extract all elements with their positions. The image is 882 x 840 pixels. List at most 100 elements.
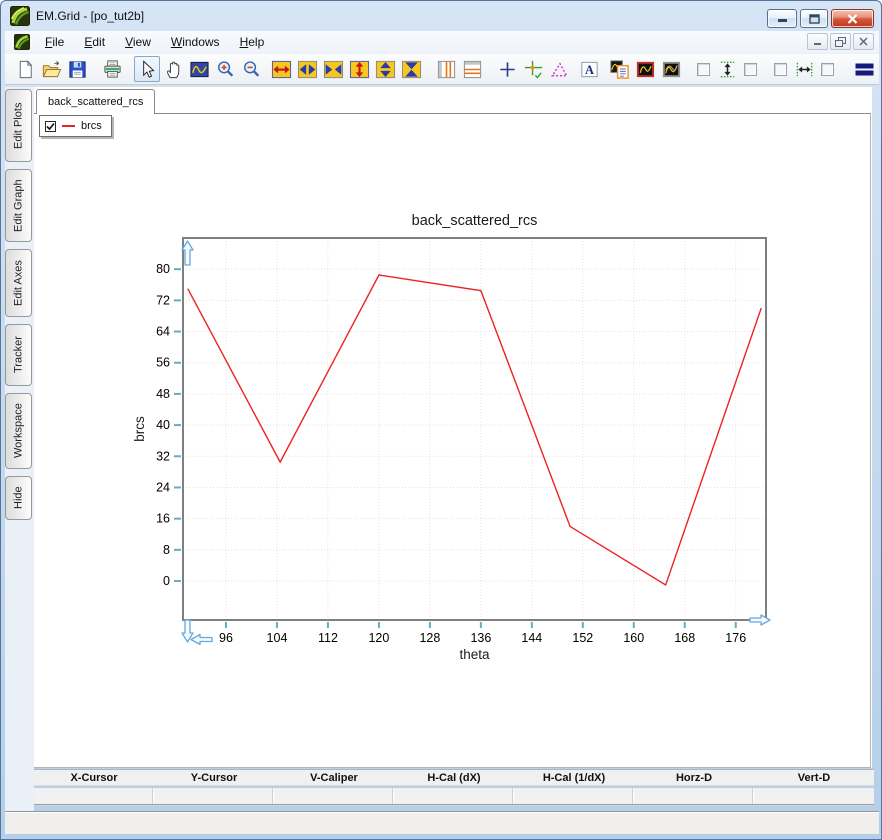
value-y-cursor (154, 788, 273, 804)
cursor-table-values (34, 788, 874, 805)
sidebar-tab-hide[interactable]: Hide (5, 476, 32, 520)
shrink-y-button[interactable] (398, 56, 424, 82)
shrink-x-button[interactable] (320, 56, 346, 82)
slope-triangle-icon (549, 59, 570, 80)
child-close-button[interactable] (853, 33, 874, 50)
slope-triangle-button[interactable] (546, 56, 572, 82)
chart-plot[interactable]: 9610411212012813614415216016817608162432… (131, 201, 791, 671)
fit-horizontal-checkbox[interactable] (774, 63, 787, 76)
svg-text:120: 120 (368, 631, 389, 645)
expand-y-icon (349, 59, 370, 80)
svg-text:104: 104 (267, 631, 288, 645)
series-line-brcs (188, 275, 761, 585)
sidebar-tab-edit-axes[interactable]: Edit Axes (5, 249, 32, 317)
new-document-button[interactable] (12, 56, 38, 82)
all-graphs-button[interactable] (658, 56, 684, 82)
svg-text:32: 32 (156, 449, 170, 463)
col-y-cursor: Y-Cursor (154, 770, 274, 785)
layout-icon (855, 62, 874, 77)
col-horz-d: Horz-D (634, 770, 754, 785)
svg-text:176: 176 (725, 631, 746, 645)
graph-properties-button[interactable] (632, 56, 658, 82)
print-button[interactable] (99, 56, 125, 82)
print-icon (102, 59, 123, 80)
legend-checkbox-brcs[interactable] (45, 121, 56, 132)
text-annotation-icon: A (579, 59, 600, 80)
pan-hand-button[interactable] (160, 56, 186, 82)
value-vert-d (754, 788, 874, 804)
fit-horizontal-checkbox-2[interactable] (821, 63, 834, 76)
value-x-cursor (34, 788, 153, 804)
app-logo-icon (10, 6, 30, 26)
horizontal-calipers-button[interactable] (459, 56, 485, 82)
sidebar-tab-edit-plots[interactable]: Edit Plots (5, 89, 32, 162)
value-hcal-1dx (514, 788, 633, 804)
select-pointer-button[interactable] (134, 56, 160, 82)
tracker-button[interactable] (520, 56, 546, 82)
expand-y-button[interactable] (346, 56, 372, 82)
vertical-calipers-button[interactable] (433, 56, 459, 82)
child-restore-button[interactable] (830, 33, 851, 50)
window-title: EM.Grid - [po_tut2b] (36, 9, 144, 23)
close-icon (847, 14, 858, 24)
title-bar[interactable]: EM.Grid - [po_tut2b] (1, 1, 882, 31)
fit-horizontal-button[interactable] (791, 56, 817, 82)
sidebar-tab-tracker[interactable]: Tracker (5, 324, 32, 386)
checkmark-icon (46, 122, 55, 131)
text-annotation-button[interactable]: A (576, 56, 602, 82)
plot-properties-button[interactable] (606, 56, 632, 82)
maximize-button[interactable] (800, 9, 828, 28)
close-button[interactable] (831, 9, 874, 28)
minimize-button[interactable] (767, 9, 797, 28)
svg-text:80: 80 (156, 262, 170, 276)
new-document-icon (15, 59, 36, 80)
menu-view[interactable]: View (115, 32, 161, 52)
fit-view-button[interactable] (186, 56, 212, 82)
minimize-icon (777, 14, 788, 23)
sidebar-tab-edit-graph[interactable]: Edit Graph (5, 169, 32, 242)
stretch-y-button[interactable] (372, 56, 398, 82)
fit-vertical-checkbox[interactable] (697, 63, 710, 76)
svg-text:96: 96 (219, 631, 233, 645)
stretch-x-button[interactable] (294, 56, 320, 82)
fit-vertical-checkbox-2[interactable] (744, 63, 757, 76)
window-frame: EM.Grid - [po_tut2b] File Edit View Wind… (0, 0, 882, 840)
fit-vertical-button[interactable] (714, 56, 740, 82)
shrink-y-icon (401, 59, 422, 80)
svg-text:160: 160 (623, 631, 644, 645)
horizontal-calipers-icon (462, 59, 483, 80)
y-axis-label: brcs (132, 416, 147, 442)
child-minimize-button[interactable] (807, 33, 828, 50)
legend-label: brcs (81, 120, 102, 132)
layout-button[interactable]: Layout (855, 62, 879, 77)
select-pointer-icon (137, 59, 158, 80)
chart-title: back_scattered_rcs (412, 213, 538, 229)
x-axis-label: theta (459, 647, 490, 662)
zoom-in-button[interactable] (212, 56, 238, 82)
expand-x-button[interactable] (268, 56, 294, 82)
zoom-out-icon (241, 59, 262, 80)
open-file-button[interactable] (38, 56, 64, 82)
sidebar: Edit Plots Edit Graph Edit Axes Tracker … (5, 89, 34, 520)
expand-x-icon (271, 59, 292, 80)
zoom-out-button[interactable] (238, 56, 264, 82)
child-restore-icon (835, 37, 846, 47)
cross-cursor-button[interactable] (494, 56, 520, 82)
child-minimize-icon (813, 38, 822, 46)
menu-help[interactable]: Help (230, 32, 275, 52)
document-logo-icon (14, 34, 30, 50)
sidebar-tab-workspace[interactable]: Workspace (5, 393, 32, 469)
svg-text:48: 48 (156, 387, 170, 401)
document-tab[interactable]: back_scattered_rcs (36, 89, 155, 114)
menu-windows[interactable]: Windows (161, 32, 230, 52)
child-close-icon (859, 37, 868, 46)
menu-edit[interactable]: Edit (74, 32, 115, 52)
col-x-cursor: X-Cursor (34, 770, 154, 785)
zoom-in-icon (215, 59, 236, 80)
plot-properties-icon (609, 59, 630, 80)
fit-vertical-icon (717, 59, 738, 80)
menu-file[interactable]: File (35, 32, 74, 52)
save-icon (67, 59, 88, 80)
save-button[interactable] (64, 56, 90, 82)
maximize-icon (809, 14, 820, 24)
